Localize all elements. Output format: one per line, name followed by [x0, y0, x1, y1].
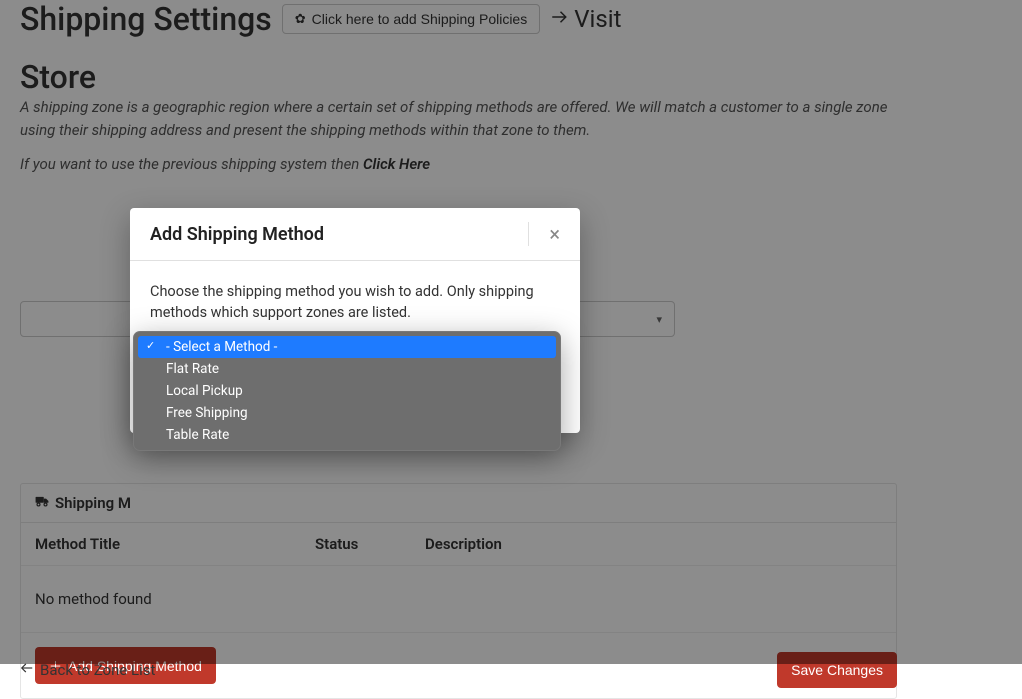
select-option-local-pickup[interactable]: Local Pickup [138, 380, 556, 402]
select-option-label: Free Shipping [166, 405, 248, 421]
check-icon: ✓ [146, 339, 155, 352]
shipping-method-select-dropdown[interactable]: ✓ - Select a Method - Flat Rate Local Pi… [133, 331, 561, 451]
select-option-placeholder[interactable]: ✓ - Select a Method - [138, 336, 556, 358]
modal-close-button[interactable]: × [528, 222, 560, 246]
modal-description: Choose the shipping method you wish to a… [150, 281, 560, 323]
select-option-free-shipping[interactable]: Free Shipping [138, 402, 556, 424]
select-option-label: - Select a Method - [166, 339, 277, 355]
select-option-label: Table Rate [166, 427, 229, 443]
select-option-label: Local Pickup [166, 383, 243, 399]
select-option-flat-rate[interactable]: Flat Rate [138, 358, 556, 380]
select-option-label: Flat Rate [166, 361, 219, 377]
modal-title: Add Shipping Method [150, 224, 324, 245]
select-option-table-rate[interactable]: Table Rate [138, 424, 556, 446]
